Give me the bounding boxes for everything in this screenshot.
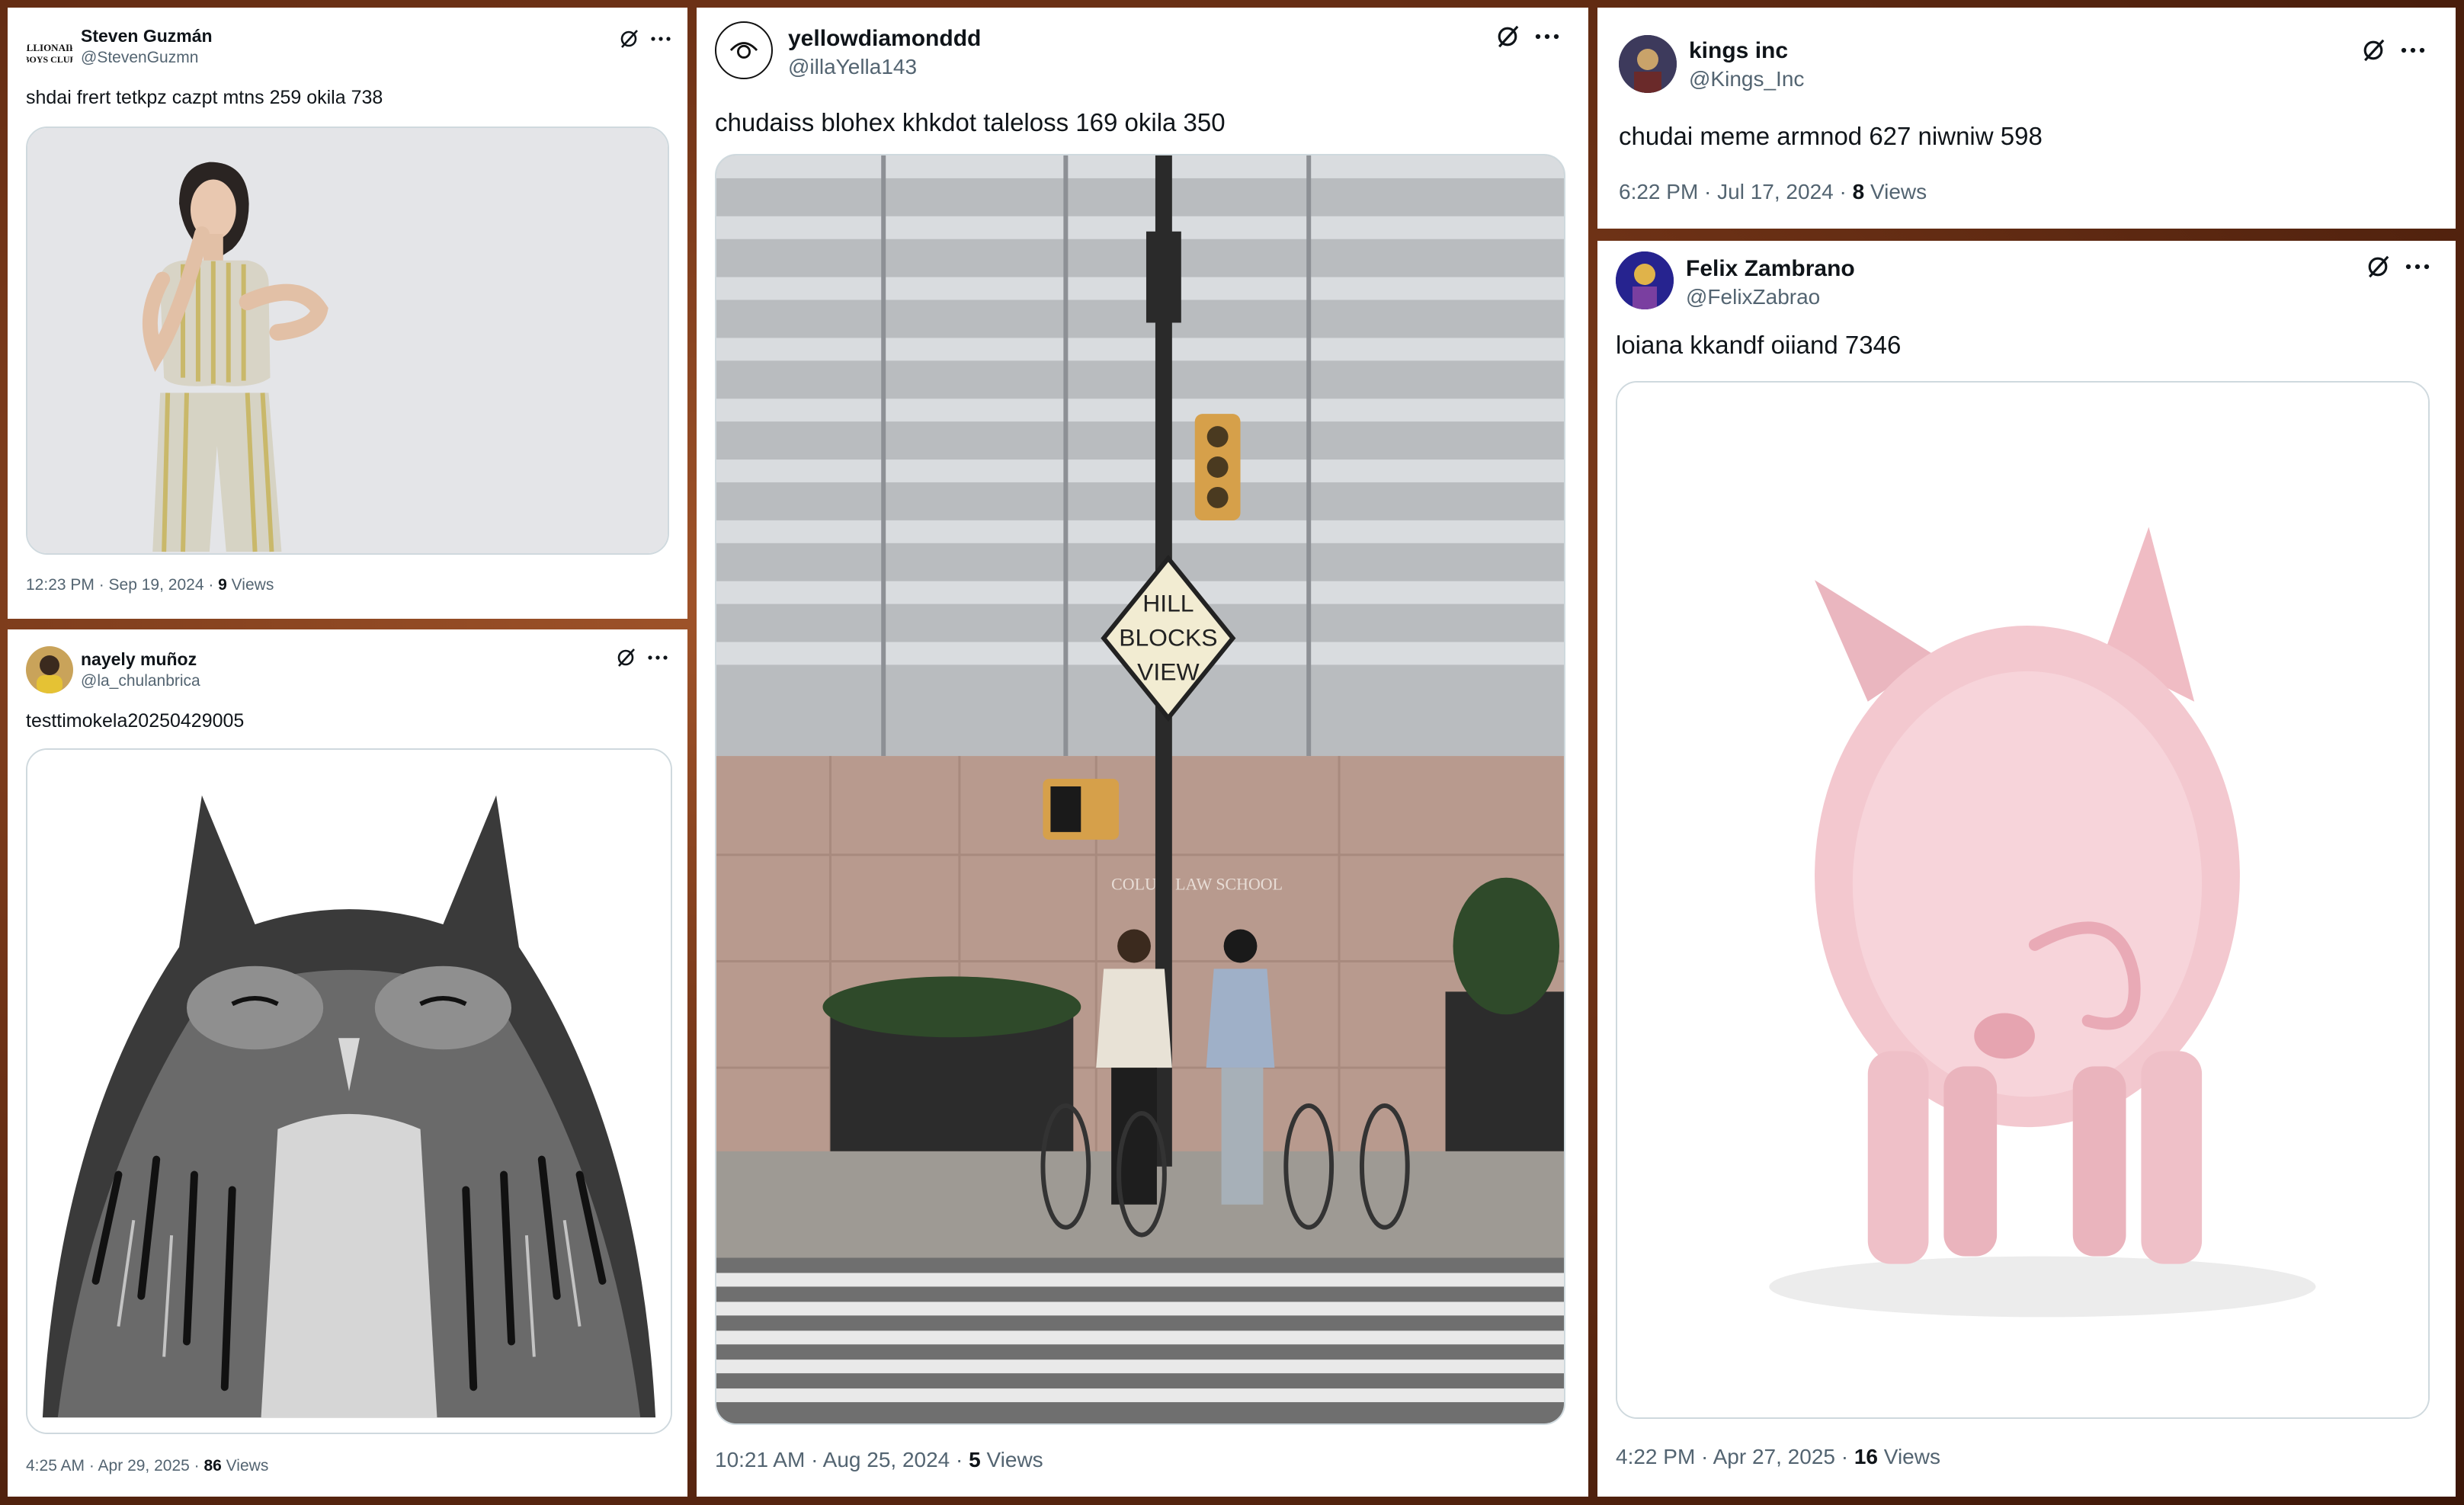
more-icon[interactable] — [1533, 23, 1561, 50]
views-label: Views — [226, 576, 274, 594]
grok-icon[interactable] — [617, 27, 640, 50]
post-meta: 10:21 AM · Aug 25, 2024 · 5 Views — [715, 1448, 1043, 1472]
sign-line-3: VIEW — [1137, 658, 1199, 685]
author-handle[interactable]: @illaYella143 — [788, 55, 917, 79]
post-image[interactable] — [1616, 381, 2430, 1419]
grok-icon[interactable] — [614, 646, 637, 669]
author-handle[interactable]: @FelixZabrao — [1686, 285, 1820, 309]
views-label: Views — [1878, 1445, 1940, 1468]
avatar[interactable] — [1616, 251, 1674, 309]
sign-line-1: HILL — [1142, 590, 1194, 617]
post-text: loiana kkandf oiiand 7346 — [1616, 331, 1902, 359]
views-label: Views — [1864, 180, 1927, 203]
views-label: Views — [980, 1448, 1043, 1471]
grok-icon[interactable] — [1494, 23, 1521, 50]
post-meta: 6:22 PM · Jul 17, 2024 · 8 Views — [1619, 180, 1927, 204]
post-image[interactable] — [26, 126, 669, 555]
author-handle[interactable]: @StevenGuzmn — [81, 49, 198, 67]
svg-text:BOYS CLUB: BOYS CLUB — [26, 54, 73, 65]
post-time[interactable]: 10:21 AM · Aug 25, 2024 · — [715, 1448, 969, 1471]
author-handle[interactable]: @la_chulanbrica — [81, 672, 200, 690]
author-name[interactable]: nayely muñoz — [81, 649, 197, 670]
more-icon[interactable] — [2399, 37, 2427, 64]
post-card-yellowdiamonddd[interactable]: yellowdiamonddd @illaYella143 chudaiss b… — [697, 8, 1588, 1497]
post-time[interactable]: 4:22 PM · Apr 27, 2025 · — [1616, 1445, 1854, 1468]
author-name[interactable]: Felix Zambrano — [1686, 256, 1855, 282]
brand-logo-icon: BILLIONAIRE BOYS CLUB — [26, 42, 73, 65]
post-image[interactable] — [26, 748, 672, 1434]
post-card-felix[interactable]: Felix Zambrano @FelixZabrao loiana kkand… — [1597, 241, 2456, 1497]
sign-line-2: BLOCKS — [1119, 623, 1217, 651]
avatar[interactable] — [1619, 35, 1677, 93]
post-image[interactable]: COLU A LAW SCHOOL HILL BLOCKS VIEW — [715, 154, 1565, 1425]
views-count: 8 — [1852, 180, 1865, 203]
views-count: 86 — [203, 1457, 222, 1475]
post-meta: 12:23 PM · Sep 19, 2024 · 9 Views — [26, 576, 274, 594]
views-count: 5 — [969, 1448, 981, 1471]
post-card-nayely[interactable]: nayely muñoz @la_chulanbrica testtimokel… — [8, 629, 687, 1497]
post-meta: 4:25 AM · Apr 29, 2025 · 86 Views — [26, 1457, 268, 1475]
author-name[interactable]: yellowdiamonddd — [788, 26, 981, 52]
more-icon[interactable] — [646, 646, 669, 669]
post-card-kings[interactable]: kings inc @Kings_Inc chudai meme armnod … — [1597, 8, 2456, 229]
post-text: testtimokela20250429005 — [26, 710, 245, 732]
avatar[interactable]: BILLIONAIRE BOYS CLUB — [26, 30, 73, 78]
avatar[interactable] — [26, 646, 73, 693]
building-text: COLU A LAW SCHOOL — [1111, 875, 1283, 894]
author-name[interactable]: kings inc — [1689, 38, 1788, 64]
post-time[interactable]: 4:25 AM · Apr 29, 2025 · — [26, 1457, 203, 1475]
post-time[interactable]: 6:22 PM · Jul 17, 2024 · — [1619, 180, 1853, 203]
svg-text:BILLIONAIRE: BILLIONAIRE — [26, 42, 73, 53]
views-count: 9 — [218, 576, 227, 594]
post-text: chudai meme armnod 627 niwniw 598 — [1619, 122, 2043, 150]
more-icon[interactable] — [649, 27, 672, 50]
grok-icon[interactable] — [2364, 253, 2392, 280]
post-text: shdai frert tetkpz cazpt mtns 259 okila … — [26, 87, 383, 108]
more-icon[interactable] — [2404, 253, 2431, 280]
post-card-steven[interactable]: BILLIONAIRE BOYS CLUB Steven Guzmán @Ste… — [8, 8, 687, 619]
author-name[interactable]: Steven Guzmán — [81, 26, 213, 46]
post-meta: 4:22 PM · Apr 27, 2025 · 16 Views — [1616, 1445, 1940, 1469]
views-label: Views — [221, 1457, 269, 1475]
avatar[interactable] — [715, 21, 773, 79]
post-time[interactable]: 12:23 PM · Sep 19, 2024 · — [26, 576, 218, 594]
post-text: chudaiss blohex khkdot taleloss 169 okil… — [715, 108, 1226, 136]
views-count: 16 — [1854, 1445, 1878, 1468]
author-handle[interactable]: @Kings_Inc — [1689, 67, 1804, 91]
grok-icon[interactable] — [2360, 37, 2387, 64]
